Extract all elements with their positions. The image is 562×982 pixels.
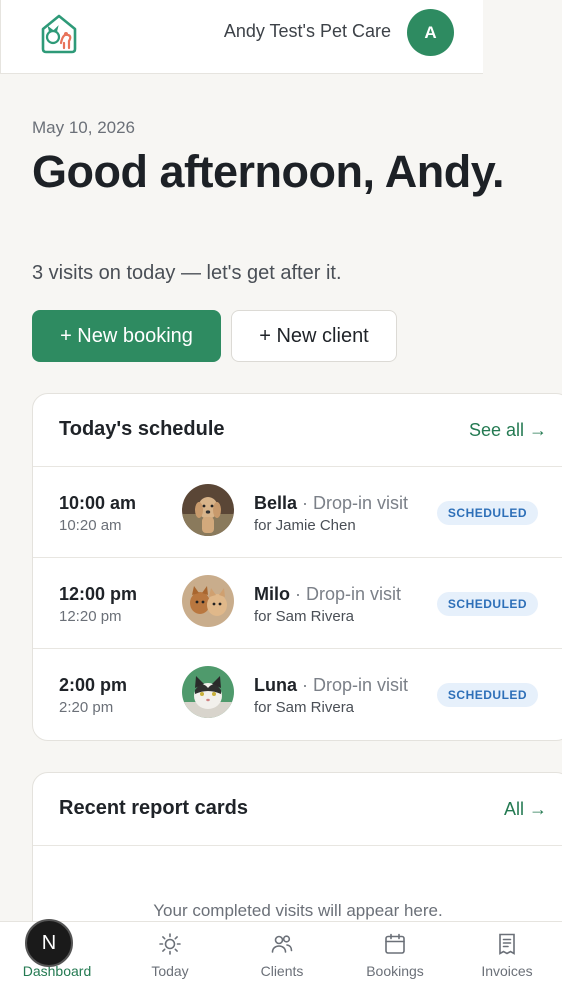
schedule-title: Today's schedule — [59, 418, 225, 440]
new-booking-button[interactable]: + New booking — [32, 310, 221, 362]
nav-label: Clients — [260, 963, 304, 979]
bottom-nav: Dashboard Today Clients Bookings Invoice… — [0, 921, 562, 982]
schedule-card: Today's schedule See all → 10:00 am 10:2… — [32, 393, 562, 741]
pet-photo-luna — [182, 666, 234, 718]
visit-start-time: 10:00 am — [59, 493, 137, 513]
visit-type: · Drop-in visit — [302, 493, 409, 513]
nav-today[interactable]: Today — [114, 922, 226, 982]
avatar[interactable]: A — [407, 9, 454, 56]
all-reports-link[interactable]: All → — [504, 799, 547, 820]
dev-tools-badge[interactable]: N — [25, 919, 73, 967]
client-name: for Jamie Chen — [254, 517, 356, 534]
visit-end-time: 2:20 pm — [59, 699, 114, 716]
nav-label: Today — [151, 963, 189, 979]
sun-icon — [158, 932, 182, 956]
visit-type: · Drop-in visit — [295, 584, 402, 604]
current-date: May 10, 2026 — [32, 118, 136, 137]
new-client-button[interactable]: + New client — [231, 310, 397, 362]
visit-row[interactable]: 2:00 pm 2:20 pm Luna · Drop-in visit for… — [33, 649, 562, 740]
calendar-icon — [383, 932, 407, 956]
nav-bookings[interactable]: Bookings — [339, 922, 451, 982]
visit-row[interactable]: 12:00 pm 12:20 pm Milo · Drop-in visit f… — [33, 558, 562, 649]
pet-photo-milo — [182, 575, 234, 627]
visit-end-time: 12:20 pm — [59, 608, 122, 625]
visit-end-time: 10:20 am — [59, 517, 122, 534]
client-name: for Sam Rivera — [254, 699, 355, 716]
see-all-link[interactable]: See all → — [469, 420, 547, 441]
home-pet-logo-icon[interactable] — [35, 9, 83, 57]
visit-start-time: 2:00 pm — [59, 675, 128, 695]
visit-start-time: 12:00 pm — [59, 584, 138, 604]
pet-name: Milo — [254, 584, 290, 604]
reports-title: Recent report cards — [59, 797, 248, 819]
status-badge: SCHEDULED — [437, 592, 538, 616]
users-icon — [270, 932, 294, 956]
pet-line: Bella · Drop-in visit — [254, 493, 408, 514]
client-name: for Sam Rivera — [254, 608, 355, 625]
page-title: Good afternoon, Andy. — [32, 146, 504, 197]
reports-header: Recent report cards All → — [33, 773, 562, 846]
nav-label: Bookings — [366, 963, 424, 979]
visit-type: · Drop-in visit — [302, 675, 409, 695]
pet-name: Luna — [254, 675, 297, 695]
status-badge: SCHEDULED — [437, 501, 538, 525]
nav-clients[interactable]: Clients — [226, 922, 338, 982]
business-name: Andy Test's Pet Care — [223, 21, 391, 41]
status-badge: SCHEDULED — [437, 683, 538, 707]
receipt-icon — [495, 932, 519, 956]
nav-label: Invoices — [481, 963, 533, 979]
nav-invoices[interactable]: Invoices — [451, 922, 562, 982]
pet-line: Luna · Drop-in visit — [254, 675, 408, 696]
pet-photo-bella — [182, 484, 234, 536]
top-bar: Andy Test's Pet Care A — [0, 0, 483, 74]
pet-name: Bella — [254, 493, 298, 513]
visit-row[interactable]: 10:00 am 10:20 am Bella · Drop-in visit … — [33, 467, 562, 558]
pet-line: Milo · Drop-in visit — [254, 584, 401, 605]
schedule-header: Today's schedule See all → — [33, 394, 562, 467]
page-subtitle: 3 visits on today — let's get after it. — [32, 262, 342, 284]
reports-empty-state: Your completed visits will appear here. — [153, 901, 443, 920]
